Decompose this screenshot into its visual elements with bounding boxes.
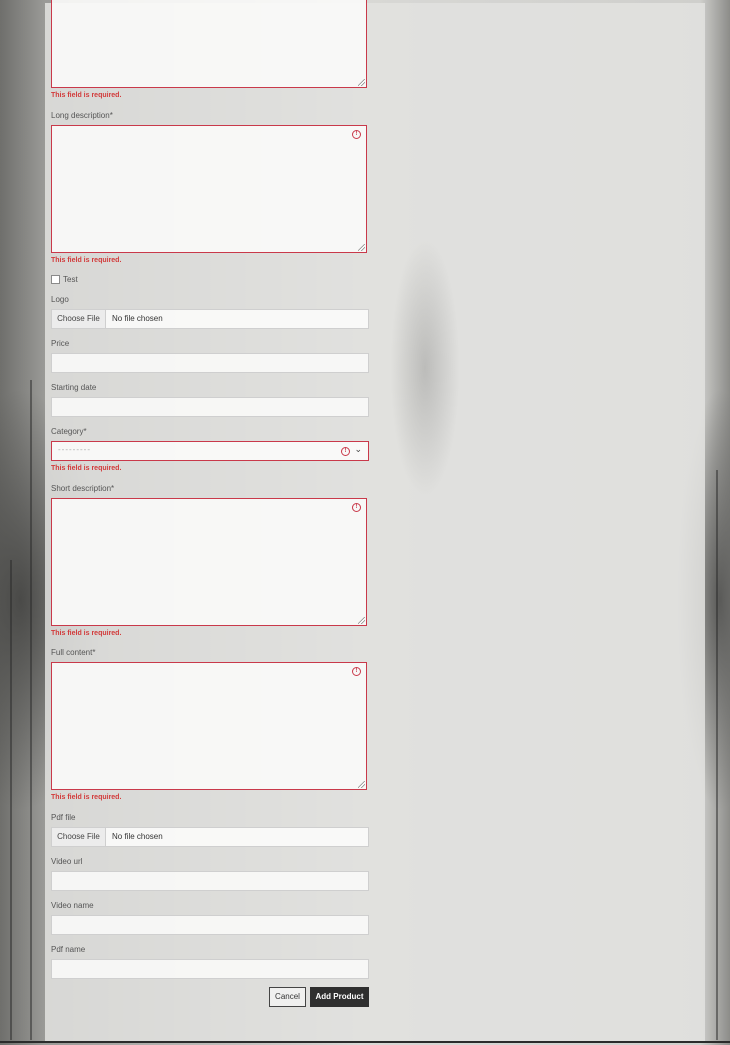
pdf-choose-file-button[interactable]: Choose File [52, 828, 106, 846]
starting-date-input[interactable] [51, 397, 369, 417]
full-content-label: Full content* [51, 648, 96, 657]
starting-date-label: Starting date [51, 383, 97, 392]
tree-branch-decoration [30, 380, 32, 1040]
full-content-error: This field is required. [51, 794, 122, 801]
long-description-error: This field is required. [51, 257, 122, 264]
logo-file-status: No file chosen [112, 314, 163, 323]
alert-circle-icon: ! [352, 667, 361, 676]
resize-grip-icon[interactable] [358, 781, 365, 788]
category-selected-value: --------- [58, 445, 91, 454]
resize-grip-icon[interactable] [358, 244, 365, 251]
pdf-name-input[interactable] [51, 959, 369, 979]
pdf-file-input[interactable]: Choose File No file chosen [51, 827, 369, 847]
short-description-error: This field is required. [51, 630, 122, 637]
cancel-button[interactable]: Cancel [269, 987, 306, 1007]
short-description-textarea[interactable]: ! [51, 498, 367, 626]
resize-grip-icon[interactable] [358, 617, 365, 624]
category-label: Category* [51, 427, 87, 436]
full-content-textarea[interactable]: ! [51, 662, 367, 790]
alert-circle-icon: ! [352, 503, 361, 512]
description-error: This field is required. [51, 92, 122, 99]
video-url-label: Video url [51, 857, 83, 866]
video-name-input[interactable] [51, 915, 369, 935]
pdf-name-label: Pdf name [51, 945, 86, 954]
pdf-file-label: Pdf file [51, 813, 76, 822]
test-checkbox[interactable] [51, 275, 60, 284]
category-select[interactable]: --------- ! ⌄ [51, 441, 369, 461]
description-textarea[interactable] [51, 0, 367, 88]
long-description-label: Long description* [51, 111, 113, 120]
long-description-textarea[interactable]: ! [51, 125, 367, 253]
short-description-label: Short description* [51, 484, 115, 493]
add-product-button[interactable]: Add Product [310, 987, 369, 1007]
logo-label: Logo [51, 295, 69, 304]
test-checkbox-label: Test [63, 275, 78, 284]
logo-choose-file-button[interactable]: Choose File [52, 310, 106, 328]
alert-circle-icon: ! [352, 130, 361, 139]
video-url-input[interactable] [51, 871, 369, 891]
alert-circle-icon: ! [341, 447, 350, 456]
resize-grip-icon[interactable] [358, 79, 365, 86]
logo-file-input[interactable]: Choose File No file chosen [51, 309, 369, 329]
page-bottom-border [0, 1041, 730, 1043]
price-input[interactable] [51, 353, 369, 373]
category-error: This field is required. [51, 465, 122, 472]
price-label: Price [51, 339, 70, 348]
tree-branch-decoration [716, 470, 718, 1040]
background-figure [390, 238, 460, 498]
pdf-file-status: No file chosen [112, 832, 163, 841]
video-name-label: Video name [51, 901, 94, 910]
tree-branch-decoration [10, 560, 12, 1040]
chevron-down-icon: ⌄ [354, 444, 362, 454]
